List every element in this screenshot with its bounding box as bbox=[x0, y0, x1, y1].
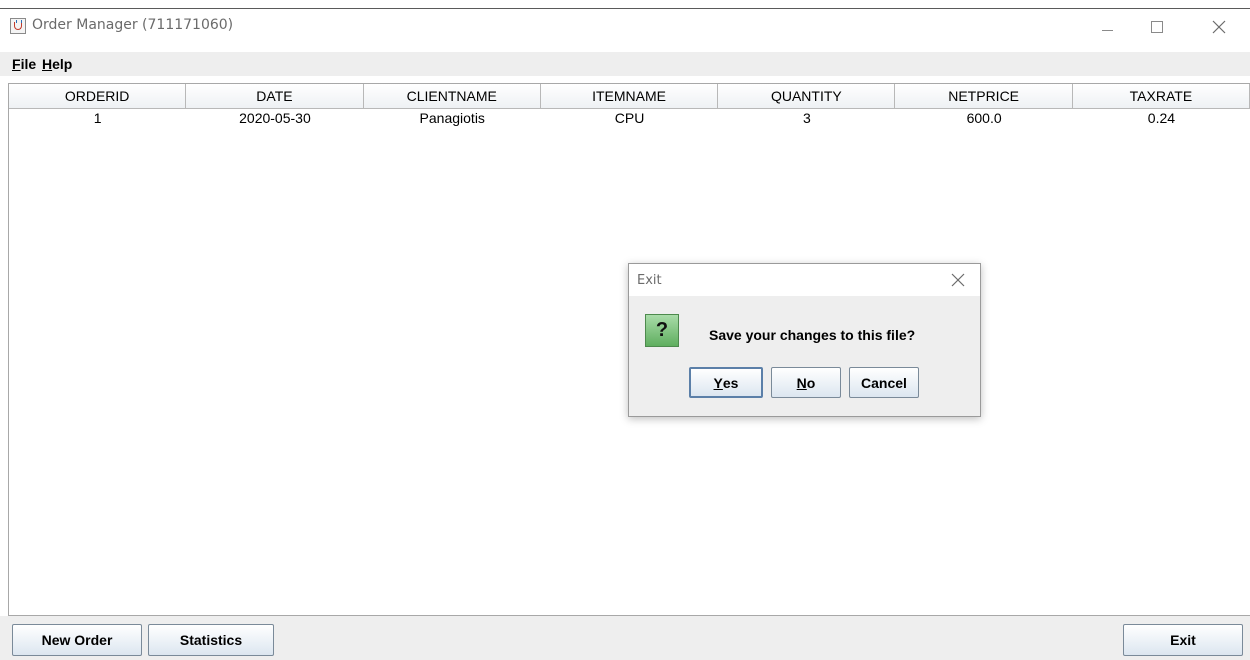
yes-mnemonic: Y bbox=[713, 374, 723, 391]
yes-button[interactable]: Yes bbox=[689, 367, 763, 398]
title-bar-top-line bbox=[0, 8, 1250, 9]
minimize-button[interactable] bbox=[1084, 12, 1130, 42]
bottom-button-bar: New Order Statistics Exit bbox=[0, 616, 1250, 660]
menu-file-mnemonic: F bbox=[12, 56, 21, 72]
table-cell-orderid[interactable]: 1 bbox=[9, 109, 186, 127]
menu-help[interactable]: Help bbox=[42, 56, 72, 72]
table-cell-date[interactable]: 2020-05-30 bbox=[186, 109, 363, 127]
column-header-taxrate[interactable]: TAXRATE bbox=[1072, 84, 1250, 109]
close-icon[interactable] bbox=[951, 273, 965, 287]
table-cell-clientname[interactable]: Panagiotis bbox=[364, 109, 541, 127]
column-header-clientname[interactable]: CLIENTNAME bbox=[363, 84, 541, 109]
close-icon bbox=[1212, 20, 1226, 34]
maximize-icon bbox=[1151, 21, 1163, 33]
title-bar: Order Manager (711171060) bbox=[0, 0, 1250, 52]
window-title: Order Manager (711171060) bbox=[32, 17, 234, 33]
statistics-button[interactable]: Statistics bbox=[148, 624, 274, 656]
new-order-button[interactable]: New Order bbox=[12, 624, 142, 656]
cancel-button[interactable]: Cancel bbox=[849, 367, 919, 398]
menu-help-mnemonic: H bbox=[42, 56, 53, 72]
no-label: o bbox=[806, 374, 816, 391]
exit-button[interactable]: Exit bbox=[1123, 624, 1243, 656]
menu-file[interactable]: File bbox=[12, 56, 36, 72]
table-cell-itemname[interactable]: CPU bbox=[541, 109, 718, 127]
menu-bar: File Help bbox=[0, 52, 1250, 76]
table-row[interactable]: 1 2020-05-30 Panagiotis CPU 3 600.0 0.24 bbox=[9, 109, 1250, 127]
column-header-netprice[interactable]: NETPRICE bbox=[895, 84, 1073, 109]
dialog-message: Save your changes to this file? bbox=[709, 327, 916, 343]
no-button[interactable]: No bbox=[771, 367, 841, 398]
minimize-icon bbox=[1101, 29, 1113, 31]
table-header: ORDERID DATE CLIENTNAME ITEMNAME QUANTIT… bbox=[9, 84, 1250, 109]
close-window-button[interactable] bbox=[1196, 12, 1242, 42]
no-mnemonic: N bbox=[796, 374, 807, 391]
yes-label: es bbox=[722, 374, 739, 391]
exit-dialog: Exit ? Save your changes to this file? Y… bbox=[628, 263, 981, 417]
table-cell-taxrate[interactable]: 0.24 bbox=[1073, 109, 1250, 127]
dialog-title-bar: Exit bbox=[629, 264, 980, 296]
column-header-orderid[interactable]: ORDERID bbox=[9, 84, 187, 109]
menu-file-label: ile bbox=[20, 56, 37, 72]
column-header-quantity[interactable]: QUANTITY bbox=[718, 84, 896, 109]
menu-help-label: elp bbox=[52, 56, 73, 72]
column-header-itemname[interactable]: ITEMNAME bbox=[540, 84, 719, 109]
dialog-title: Exit bbox=[637, 273, 662, 288]
java-coffee-cup-icon[interactable] bbox=[10, 18, 26, 34]
maximize-button[interactable] bbox=[1134, 12, 1180, 42]
question-icon: ? bbox=[645, 314, 679, 347]
table-cell-quantity[interactable]: 3 bbox=[718, 109, 895, 127]
table-cell-netprice[interactable]: 600.0 bbox=[895, 109, 1072, 127]
column-header-date[interactable]: DATE bbox=[186, 84, 364, 109]
